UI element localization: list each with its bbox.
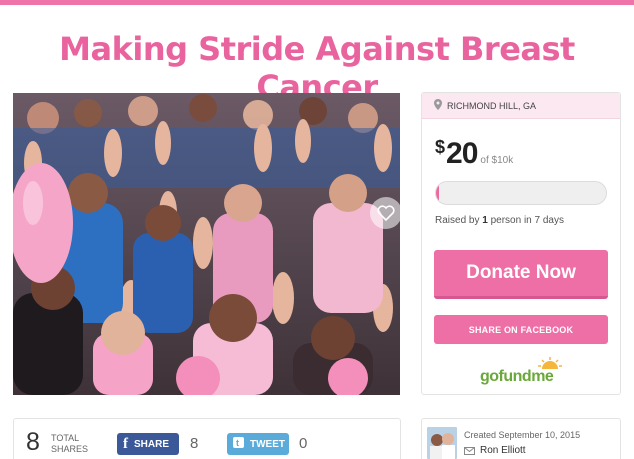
organizer-avatar[interactable] [427,427,457,459]
total-shares-label-line2: SHARES [51,444,89,454]
share-bar: 8 TOTAL SHARES f SHARE 8 t TWEET 0 [13,418,401,459]
organizer-box: Created September 10, 2015 Ron Elliott [421,418,621,459]
total-shares-label-line1: TOTAL [51,433,80,443]
crowd-photo-illustration [13,93,400,395]
donate-button[interactable]: Donate Now [434,250,608,299]
raised-by-prefix: Raised by [435,215,483,226]
share-on-facebook-button[interactable]: SHARE ON FACEBOOK [434,315,608,344]
donation-panel: RICHMOND HILL, GA $ 20 of $10k Raised by… [421,92,621,395]
gofundme-logo-text: gofundme [480,368,554,385]
raised-by-text: Raised by 1 person in 7 days [435,215,564,226]
facebook-share-label: SHARE [134,438,170,450]
total-shares-count: 8 [26,428,40,456]
amount-goal: of $10k [480,155,514,166]
amount-currency: $ [435,137,446,157]
facebook-share-button[interactable]: f SHARE [117,433,179,455]
raised-by-suffix: person in 7 days [487,215,564,226]
mail-icon [464,446,475,455]
organizer-name-row[interactable]: Ron Elliott [464,445,526,456]
facebook-icon: f [123,435,128,452]
organizer-name: Ron Elliott [480,445,526,456]
heart-icon[interactable] [370,197,400,229]
map-pin-icon [434,99,442,112]
campaign-photo[interactable] [13,93,400,395]
gofundme-logo[interactable]: gofundme [480,356,564,386]
twitter-icon: t [233,437,244,451]
amount-row: $ 20 of $10k [435,137,513,171]
amount-raised: 20 [446,137,478,170]
location-bar: RICHMOND HILL, GA [422,93,620,119]
progress-bar [435,181,607,205]
progress-fill [436,182,440,204]
location-text: RICHMOND HILL, GA [447,100,537,111]
facebook-share-count: 8 [190,435,199,452]
twitter-share-button[interactable]: t TWEET [227,433,289,455]
total-shares-label: TOTAL SHARES [51,433,88,455]
twitter-share-label: TWEET [250,438,285,450]
twitter-share-count: 0 [299,435,308,452]
created-date: Created September 10, 2015 [464,430,581,440]
top-accent-bar [0,0,634,5]
svg-text:t: t [236,438,239,448]
